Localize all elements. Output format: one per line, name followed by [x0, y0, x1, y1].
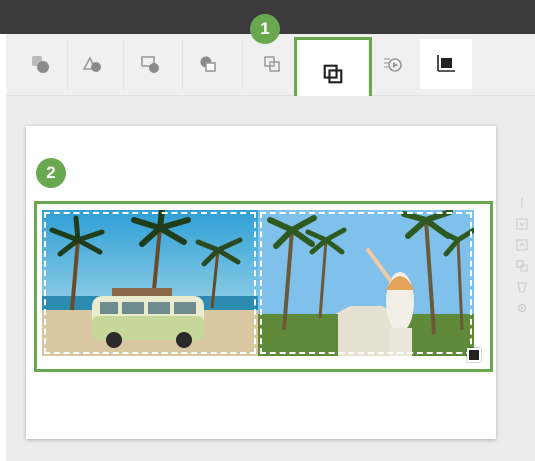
- effect-icon: [384, 58, 402, 72]
- crop-tool-button[interactable]: [420, 39, 472, 89]
- resize-handle[interactable]: [467, 348, 481, 362]
- group-small-icon[interactable]: [516, 259, 528, 272]
- layer-tool-button[interactable]: [130, 40, 170, 88]
- frame-icon: [264, 56, 280, 72]
- step-badge-2-label: 2: [46, 163, 56, 182]
- overlap-tool-button[interactable]: [188, 40, 228, 88]
- step-badge-1: 1: [250, 14, 280, 44]
- effect-tool-button[interactable]: [372, 40, 412, 88]
- align-top-icon[interactable]: [516, 238, 528, 251]
- gear-icon[interactable]: [516, 301, 528, 313]
- toolbar: [6, 34, 535, 110]
- app-window: 1 2: [0, 0, 535, 461]
- arrange-tool-button[interactable]: [20, 40, 60, 88]
- overlap-icon: [200, 56, 216, 72]
- step-badge-1-label: 1: [260, 19, 270, 38]
- arrange-icon: [32, 56, 49, 73]
- bucket-icon[interactable]: [516, 280, 528, 293]
- layer-icon: [141, 56, 159, 73]
- step-badge-2: 2: [36, 158, 66, 188]
- crop-icon: [437, 55, 455, 72]
- shape-tool-button[interactable]: [72, 40, 112, 88]
- side-toolbar: [512, 196, 532, 313]
- frame-tool-button[interactable]: [252, 40, 292, 88]
- text-icon[interactable]: [516, 196, 528, 208]
- align-bottom-icon[interactable]: [516, 217, 528, 230]
- shape-icon: [82, 56, 101, 72]
- grouped-photos-highlight: [34, 201, 493, 372]
